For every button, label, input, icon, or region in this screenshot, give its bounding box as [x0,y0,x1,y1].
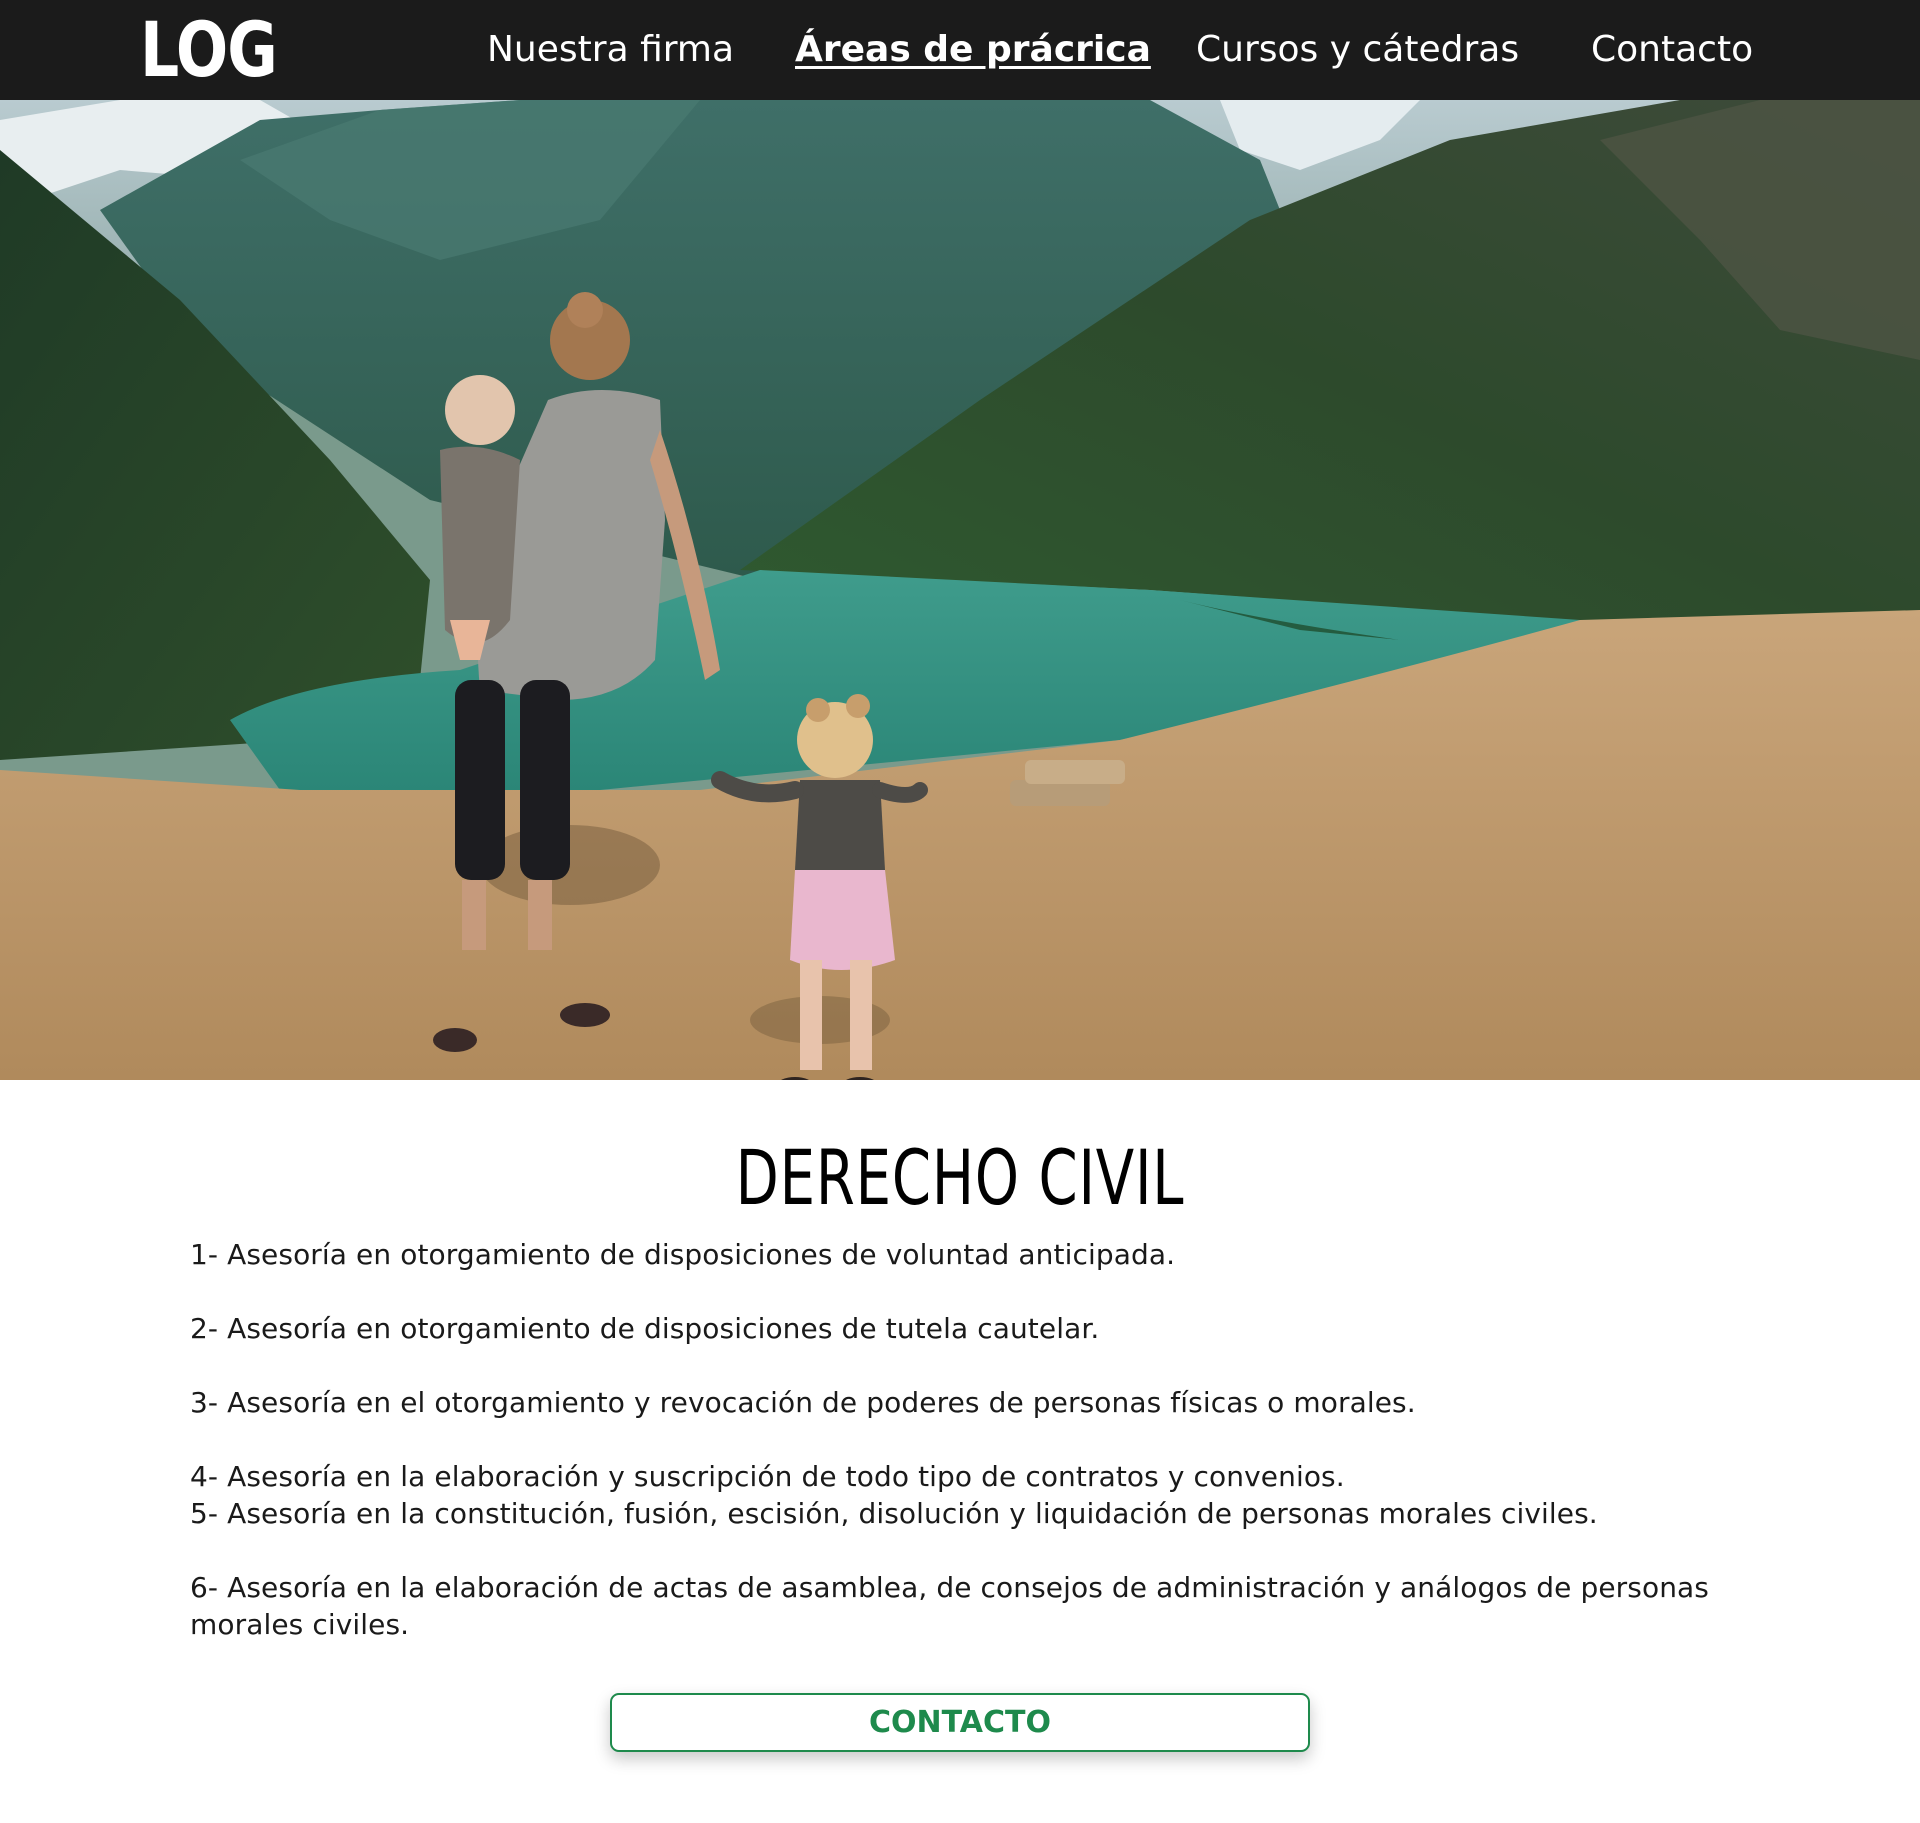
site-logo[interactable]: LOGO [140,6,275,94]
nav-link-contacto[interactable]: Contacto [1591,24,1781,76]
service-item-3: 3- Asesoría en el otorgamiento y revocac… [190,1386,1416,1419]
nav-link-cursos-y-catedras[interactable]: Cursos y cátedras [1196,24,1541,76]
hero-image [0,100,1920,1080]
top-nav-bar: LOGO Nuestra firma Áreas de prácrica Cur… [0,0,1920,100]
service-item-2: 2- Asesoría en otorgamiento de disposici… [190,1312,1100,1345]
service-item-1: 1- Asesoría en otorgamiento de disposici… [190,1238,1176,1271]
page-title: DERECHO CIVIL [735,1133,1185,1222]
service-item-5: 5- Asesoría en la constitución, fusión, … [190,1497,1598,1530]
contact-button[interactable]: CONTACTO [610,1693,1310,1752]
nav-link-areas-de-practica[interactable]: Áreas de prácrica [795,24,1151,76]
hero-photo-illustration [0,100,1920,1080]
services-list: 1- Asesoría en otorgamiento de disposici… [190,1236,1720,1643]
nav-link-nuestra-firma[interactable]: Nuestra firma [487,24,746,76]
service-item-4: 4- Asesoría en la elaboración y suscripc… [190,1460,1345,1493]
service-item-6: 6- Asesoría en la elaboración de actas d… [190,1571,1709,1641]
